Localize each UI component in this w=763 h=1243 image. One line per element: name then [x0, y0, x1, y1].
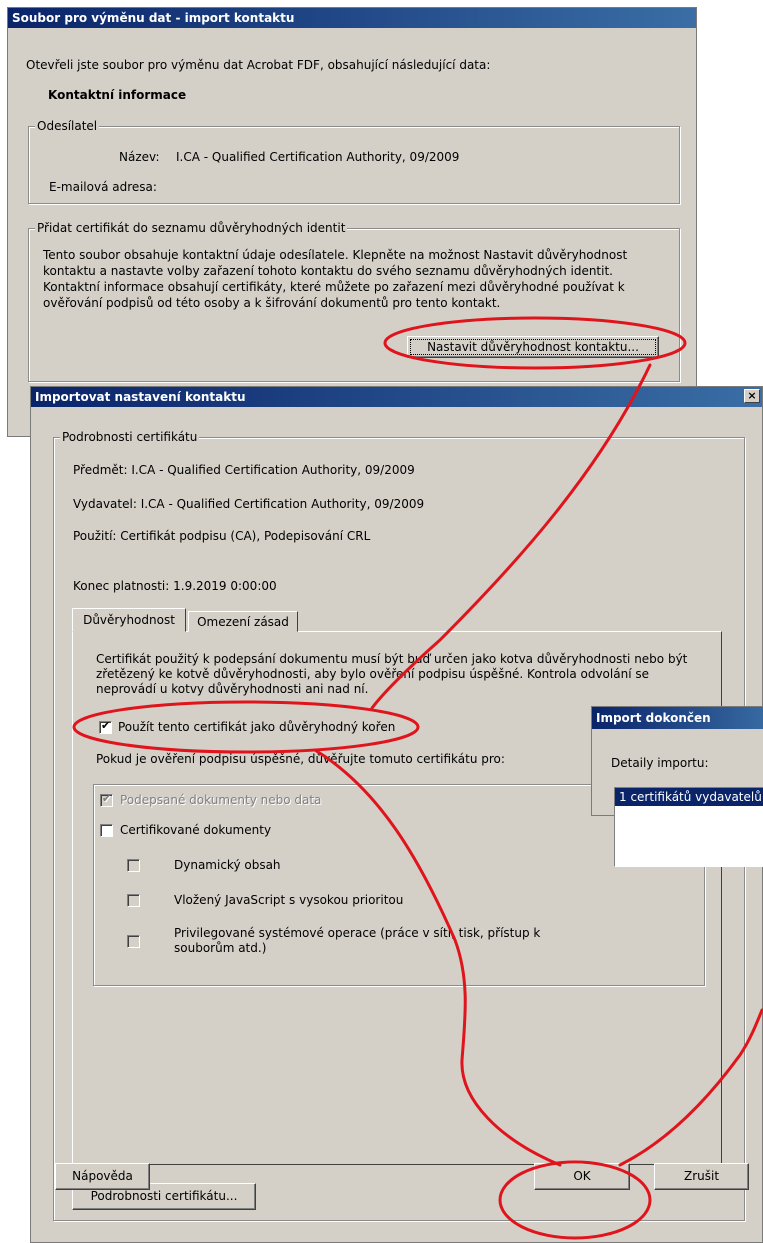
exchange-dialog-title: Soubor pro výměnu dat - import kontaktu: [8, 8, 696, 28]
trust-for-label: Pokud je ověření podpisu úspěšné, důvěřu…: [96, 752, 505, 766]
sender-group: Odesílatel Název: I.CA - Qualified Certi…: [28, 119, 680, 204]
add-trust-group-label: Přidat certifikát do seznamu důvěryhodný…: [35, 221, 348, 235]
expiry-text: Konec platnosti: 1.9.2019 0:00:00: [73, 579, 277, 593]
trust-paragraph: Certifikát použitý k podepsání dokumentu…: [96, 652, 688, 696]
subject-text: Předmět: I.CA - Qualified Certification …: [73, 463, 415, 477]
usage-text: Použití: Certifikát podpisu (CA), Podepi…: [73, 529, 371, 543]
intro-text: Otevřeli jste soubor pro výměnu dat Acro…: [26, 58, 491, 72]
dynamic-content-checkbox: [127, 859, 140, 872]
trust-description: Tento soubor obsahuje kontaktní údaje od…: [43, 248, 628, 310]
privileged-ops-checkbox: [127, 935, 140, 948]
ok-button[interactable]: OK: [534, 1163, 630, 1190]
javascript-checkbox: [127, 894, 140, 907]
import-details-label: Detaily importu:: [611, 756, 709, 770]
import-details-list: 1 certifikátů vydavatelů: [614, 787, 763, 867]
name-value: I.CA - Qualified Certification Authority…: [176, 150, 460, 164]
exchange-dialog: Soubor pro výměnu dat - import kontaktu …: [7, 7, 697, 437]
dynamic-content-label: Dynamický obsah: [174, 858, 281, 872]
close-button[interactable]: ×: [744, 389, 760, 403]
signed-docs-label: Podepsané dokumenty nebo data: [120, 793, 322, 807]
use-as-root-label[interactable]: Použít tento certifikát jako důvěryhodný…: [118, 720, 395, 734]
email-label: E-mailová adresa:: [49, 180, 157, 194]
name-label: Název:: [119, 150, 160, 164]
tab-trust[interactable]: Důvěryhodnost: [72, 608, 186, 632]
import-done-dialog: Import dokončen Detaily importu: 1 certi…: [591, 706, 763, 867]
privileged-ops-label: Privilegované systémové operace (práce v…: [174, 926, 541, 955]
set-trust-button[interactable]: Nastavit důvěryhodnost kontaktu...: [407, 336, 659, 358]
certified-docs-checkbox[interactable]: [100, 824, 113, 837]
section-heading: Kontaktní informace: [48, 88, 187, 102]
use-as-root-checkbox[interactable]: ✔: [99, 719, 112, 734]
help-button[interactable]: Nápověda: [55, 1163, 150, 1190]
add-trust-group: Přidat certifikát do seznamu důvěryhodný…: [28, 221, 680, 382]
issuer-text: Vydavatel: I.CA - Qualified Certificatio…: [73, 497, 425, 511]
signed-docs-checkbox: ✔: [100, 792, 113, 807]
certificate-details-label: Podrobnosti certifikátu: [60, 430, 200, 444]
tab-policy-restrictions[interactable]: Omezení zásad: [188, 611, 298, 632]
import-details-item[interactable]: 1 certifikátů vydavatelů: [615, 788, 763, 806]
javascript-label: Vložený JavaScript s vysokou prioritou: [174, 893, 404, 907]
checkmark-icon: ✔: [102, 792, 112, 805]
sender-group-label: Odesílatel: [35, 119, 100, 133]
certified-docs-label[interactable]: Certifikované dokumenty: [120, 823, 271, 837]
import-done-title: Import dokončen: [592, 707, 763, 729]
checkmark-icon: ✔: [101, 719, 111, 732]
import-settings-title: Importovat nastavení kontaktu: [31, 387, 762, 407]
cancel-button[interactable]: Zrušit: [654, 1163, 749, 1190]
